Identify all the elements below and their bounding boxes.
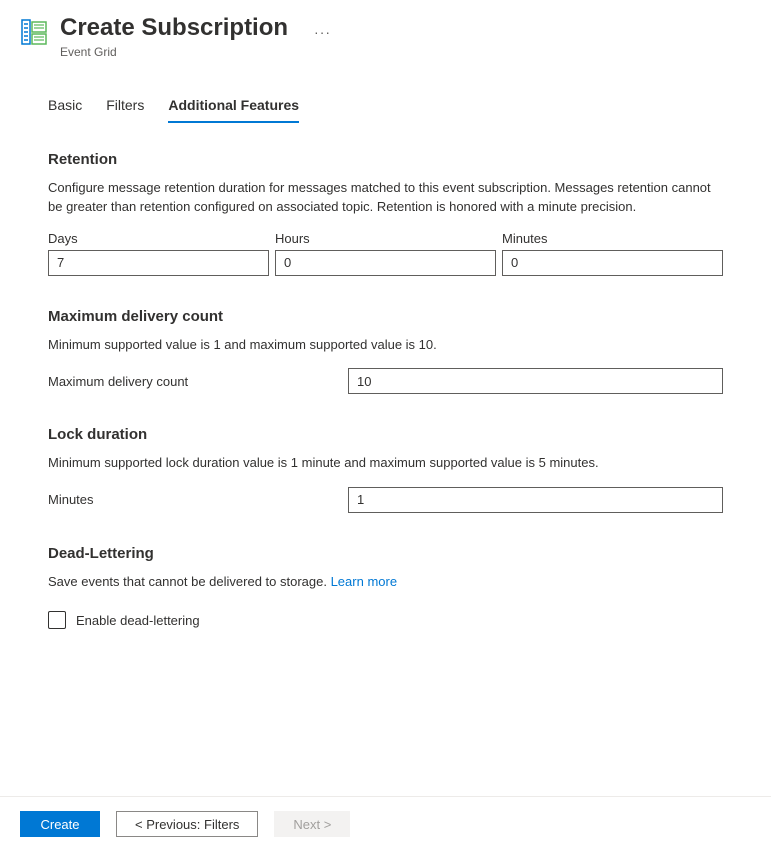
tab-additional-features[interactable]: Additional Features xyxy=(168,91,299,123)
next-button: Next > xyxy=(274,811,350,837)
retention-heading: Retention xyxy=(48,151,723,168)
previous-button[interactable]: < Previous: Filters xyxy=(116,811,258,837)
dead-lettering-description: Save events that cannot be delivered to … xyxy=(48,572,723,592)
retention-minutes-input[interactable] xyxy=(502,250,723,276)
hours-input[interactable] xyxy=(275,250,496,276)
more-button[interactable]: ··· xyxy=(314,24,331,40)
enable-dead-lettering-label: Enable dead-lettering xyxy=(76,613,200,628)
lock-minutes-label: Minutes xyxy=(48,492,348,507)
days-label: Days xyxy=(48,231,269,246)
max-delivery-description: Minimum supported value is 1 and maximum… xyxy=(48,335,723,355)
learn-more-link[interactable]: Learn more xyxy=(331,574,397,589)
enable-dead-lettering-checkbox[interactable] xyxy=(48,611,66,629)
retention-description: Configure message retention duration for… xyxy=(48,178,723,217)
hours-label: Hours xyxy=(275,231,496,246)
subscription-icon xyxy=(20,18,48,46)
dead-lettering-desc-text: Save events that cannot be delivered to … xyxy=(48,574,331,589)
lock-minutes-input[interactable] xyxy=(348,487,723,513)
days-input[interactable] xyxy=(48,250,269,276)
dead-lettering-heading: Dead-Lettering xyxy=(48,545,723,562)
tab-basic[interactable]: Basic xyxy=(48,91,82,123)
lock-duration-heading: Lock duration xyxy=(48,426,723,443)
create-button[interactable]: Create xyxy=(20,811,100,837)
minutes-label: Minutes xyxy=(502,231,723,246)
lock-duration-description: Minimum supported lock duration value is… xyxy=(48,453,723,473)
max-delivery-heading: Maximum delivery count xyxy=(48,308,723,325)
page-title: Create Subscription xyxy=(60,14,288,43)
max-delivery-input[interactable] xyxy=(348,368,723,394)
tab-filters[interactable]: Filters xyxy=(106,91,144,123)
page-subtitle: Event Grid xyxy=(60,45,288,59)
max-delivery-label: Maximum delivery count xyxy=(48,374,348,389)
